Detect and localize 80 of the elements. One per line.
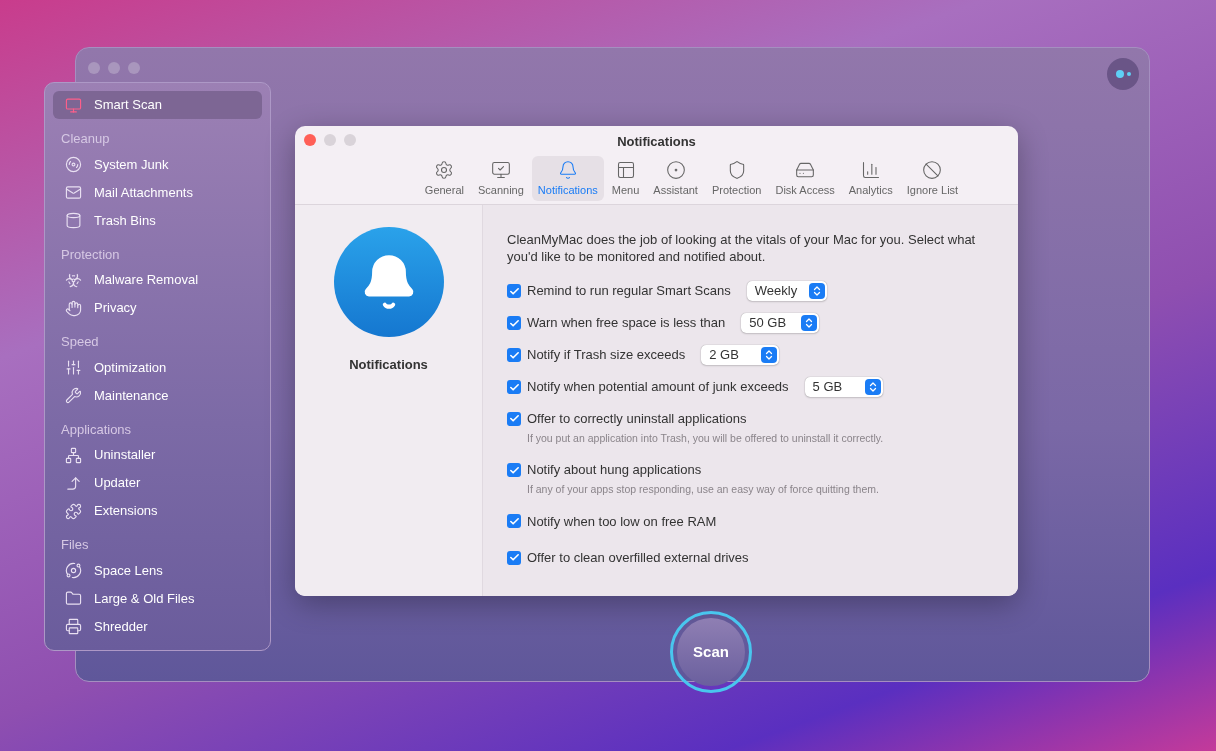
preference-tab[interactable]: Ignore List: [900, 155, 965, 201]
settings-icon: [434, 159, 455, 180]
monitor-icon: [65, 96, 82, 114]
checkbox[interactable]: [507, 411, 521, 426]
dropdown[interactable]: 5 GB: [804, 377, 883, 397]
option-label: Offer to correctly uninstall applications: [527, 410, 747, 428]
printer-icon: [65, 618, 82, 635]
monitor-icon: [490, 159, 511, 180]
bin-icon: [65, 212, 82, 229]
sidebar-item[interactable]: System Junk: [53, 150, 262, 179]
stepper-icon: [761, 347, 778, 363]
option-label: Notify when too low on free RAM: [527, 512, 717, 531]
preference-tab[interactable]: Assistant: [647, 155, 704, 201]
section-heading: Speed: [60, 333, 100, 351]
dropdown[interactable]: Weekly: [746, 281, 828, 301]
preference-tab[interactable]: Analytics: [842, 155, 899, 201]
sidebar-item[interactable]: Large & Old Files: [53, 584, 262, 613]
sidebar-item[interactable]: Space Lens: [53, 556, 262, 585]
option-note: If any of your apps stop responding, use an easy way of force quitting them.: [527, 481, 880, 497]
preference-tab[interactable]: Protection: [705, 155, 768, 201]
checkbox[interactable]: [507, 348, 521, 362]
preference-tab[interactable]: General: [418, 155, 470, 201]
section-heading: Files: [60, 536, 90, 554]
bell-icon: [557, 159, 578, 180]
preference-tab[interactable]: Notifications: [531, 155, 604, 201]
sidebar-item[interactable]: Shredder: [53, 612, 262, 641]
option-label: Notify if Trash size exceeds: [527, 346, 686, 365]
stepper-icon: [864, 379, 881, 395]
checkbox[interactable]: [507, 514, 521, 529]
assistant-icon[interactable]: [1107, 58, 1139, 90]
section-heading: Protection: [60, 245, 121, 264]
sliders-icon: [65, 359, 82, 376]
preference-tab[interactable]: Menu: [605, 155, 646, 201]
stepper-icon: [809, 283, 826, 299]
option-label: Remind to run regular Smart Scans: [527, 282, 731, 301]
checkbox[interactable]: [507, 380, 521, 394]
biohazard-icon: [65, 271, 82, 289]
preference-tab[interactable]: Disk Access: [769, 155, 841, 201]
hand-icon: [65, 299, 82, 317]
disc-icon: [65, 156, 82, 173]
wrench-icon: [65, 387, 82, 404]
folder-icon: [65, 590, 82, 607]
orbit-icon: [65, 562, 82, 579]
checkbox[interactable]: [507, 284, 521, 298]
option-label: Offer to clean overfilled external drives: [527, 549, 749, 567]
window-title: Notifications: [617, 133, 696, 151]
scan-button[interactable]: Scan: [677, 618, 745, 686]
prohibited-icon: [922, 159, 943, 180]
sidebar-item[interactable]: Uninstaller: [53, 441, 262, 469]
preference-tab[interactable]: Scanning: [471, 155, 530, 201]
sidebar-item[interactable]: Optimization: [53, 353, 262, 382]
option-label: Notify when potential amount of junk exceeds: [527, 378, 789, 397]
description-text: CleanMyMac does the job of looking at the vitals of your Mac for you. Select what you'd like to be monitored and notified about.: [507, 231, 977, 265]
panel-icon: [615, 159, 636, 180]
sidebar-item[interactable]: Mail Attachments: [53, 178, 262, 207]
dropdown[interactable]: 50 GB: [741, 313, 820, 333]
chart-icon: [860, 159, 881, 180]
dropdown[interactable]: 2 GB: [701, 345, 780, 365]
pane-label: Notifications: [349, 356, 428, 374]
sidebar-item[interactable]: Maintenance: [53, 381, 262, 410]
puzzle-icon: [65, 502, 82, 520]
section-heading: Applications: [60, 420, 133, 439]
option-note: If you put an application into Trash, you will be offered to uninstall it correctly.: [527, 430, 885, 446]
checkbox[interactable]: [507, 316, 521, 330]
stepper-icon: [801, 315, 818, 331]
sidebar-item[interactable]: Malware Removal: [53, 266, 262, 294]
option-label: Notify about hung applications: [527, 461, 702, 480]
checkbox[interactable]: [507, 550, 521, 565]
section-heading: Cleanup: [60, 130, 111, 148]
close-button[interactable]: [304, 134, 316, 146]
nodes-icon: [65, 446, 82, 464]
checkbox[interactable]: [507, 463, 521, 477]
sidebar-item[interactable]: Smart Scan: [53, 91, 262, 119]
sidebar-item[interactable]: Extensions: [53, 497, 262, 525]
sidebar-item[interactable]: Updater: [53, 469, 262, 497]
option-label: Warn when free space is less than: [527, 314, 726, 333]
sidebar-item[interactable]: Privacy: [53, 294, 262, 322]
sidebar-item[interactable]: Trash Bins: [53, 206, 262, 235]
envelope-icon: [65, 184, 82, 201]
arrow-up-icon: [65, 474, 82, 492]
